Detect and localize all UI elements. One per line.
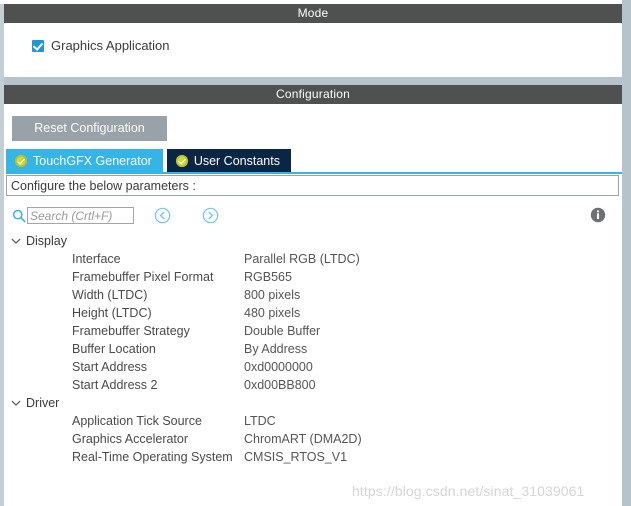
table-row: Start Address 2 0xd00BB800 — [4, 376, 622, 394]
param-value[interactable]: 0xd00BB800 — [244, 378, 316, 392]
chevron-down-icon[interactable] — [10, 397, 22, 409]
param-name: Graphics Accelerator — [72, 432, 189, 446]
check-circle-icon — [175, 154, 188, 167]
param-value[interactable]: 480 pixels — [244, 306, 300, 320]
chevron-right-circle-icon[interactable] — [202, 207, 219, 224]
table-row: Buffer Location By Address — [4, 340, 622, 358]
reset-configuration-button[interactable]: Reset Configuration — [12, 116, 167, 141]
graphics-application-checkbox-row[interactable]: Graphics Application — [32, 38, 170, 53]
group-row-display[interactable]: Display — [4, 232, 622, 250]
mode-section-body: Graphics Application — [4, 23, 622, 77]
param-name: Start Address — [72, 360, 148, 374]
table-row: Interface Parallel RGB (LTDC) — [4, 250, 622, 268]
tab-strip: TouchGFX Generator User Constants — [6, 149, 622, 172]
search-icon[interactable] — [12, 209, 26, 223]
table-row: Start Address 0xd0000000 — [4, 358, 622, 376]
table-row: Height (LTDC) 480 pixels — [4, 304, 622, 322]
search-toolbar — [4, 203, 622, 231]
param-name: Height (LTDC) — [72, 306, 152, 320]
chevron-down-icon[interactable] — [10, 235, 22, 247]
param-name: Width (LTDC) — [72, 288, 148, 302]
configuration-section-body: Reset Configuration TouchGFX Generator U… — [4, 104, 622, 502]
touchgfx-generator-panel: Mode Graphics Application Configuration … — [0, 0, 631, 506]
vertical-scrollbar-gutter[interactable] — [622, 4, 631, 506]
configuration-section-header: Configuration — [4, 85, 622, 104]
param-name: Application Tick Source — [72, 414, 202, 428]
param-name: Framebuffer Pixel Format — [72, 270, 214, 284]
graphics-application-label: Graphics Application — [51, 38, 170, 53]
param-value[interactable]: RGB565 — [244, 270, 292, 284]
param-value[interactable]: LTDC — [244, 414, 276, 428]
search-input[interactable] — [27, 207, 134, 224]
instruction-text: Configure the below parameters : — [11, 178, 196, 193]
table-row: Application Tick Source LTDC — [4, 412, 622, 430]
instruction-bar: Configure the below parameters : — [6, 175, 619, 196]
param-value[interactable]: 800 pixels — [244, 288, 300, 302]
param-name: Framebuffer Strategy — [72, 324, 190, 338]
check-circle-icon — [15, 154, 27, 167]
group-label-display: Display — [26, 234, 67, 248]
tab-touchgfx-generator[interactable]: TouchGFX Generator — [6, 149, 163, 172]
tab-touchgfx-generator-label: TouchGFX Generator — [33, 153, 152, 168]
checkbox-icon[interactable] — [32, 39, 44, 52]
mode-section-header: Mode — [4, 4, 622, 23]
info-icon[interactable] — [590, 207, 606, 223]
group-label-driver: Driver — [26, 396, 60, 410]
param-name: Interface — [72, 252, 121, 266]
group-row-driver[interactable]: Driver — [4, 394, 622, 412]
table-row: Width (LTDC) 800 pixels — [4, 286, 622, 304]
param-value[interactable]: Parallel RGB (LTDC) — [244, 252, 360, 266]
param-value[interactable]: CMSIS_RTOS_V1 — [244, 450, 347, 464]
param-value[interactable]: Double Buffer — [244, 324, 320, 338]
chevron-left-circle-icon[interactable] — [154, 207, 171, 224]
bottom-edge-strip — [4, 502, 622, 506]
parameter-tree: Display Interface Parallel RGB (LTDC) Fr… — [4, 232, 622, 466]
table-row: Graphics Accelerator ChromART (DMA2D) — [4, 430, 622, 448]
table-row: Framebuffer Strategy Double Buffer — [4, 322, 622, 340]
param-name: Real-Time Operating System — [72, 450, 233, 464]
param-value[interactable]: 0xd0000000 — [244, 360, 313, 374]
param-name: Buffer Location — [72, 342, 156, 356]
param-value[interactable]: ChromART (DMA2D) — [244, 432, 362, 446]
tab-user-constants[interactable]: User Constants — [166, 149, 291, 172]
param-name: Start Address 2 — [72, 378, 158, 392]
tab-underline — [6, 172, 622, 174]
table-row: Real-Time Operating System CMSIS_RTOS_V1 — [4, 448, 622, 466]
table-row: Framebuffer Pixel Format RGB565 — [4, 268, 622, 286]
tab-user-constants-label: User Constants — [193, 153, 280, 168]
param-value[interactable]: By Address — [244, 342, 307, 356]
